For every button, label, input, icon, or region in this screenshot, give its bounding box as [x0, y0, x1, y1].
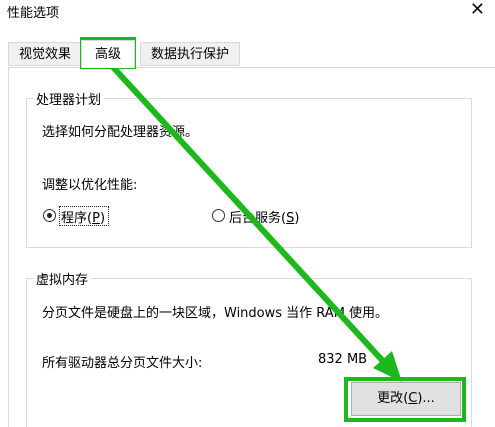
- tab-data-execution-prevention[interactable]: 数据执行保护: [140, 42, 240, 66]
- window-title: 性能选项: [7, 6, 60, 21]
- total-paging-file-value: 832 MB: [318, 352, 368, 367]
- radio-background-services[interactable]: [212, 209, 225, 222]
- title-bar: 性能选项 ✕: [0, 0, 495, 26]
- adjust-performance-label: 调整以优化性能:: [42, 178, 138, 193]
- processor-scheduling-legend: 处理器计划: [33, 89, 105, 108]
- tab-visual-effects[interactable]: 视觉效果: [8, 42, 82, 66]
- tab-advanced[interactable]: 高级: [81, 40, 135, 68]
- virtual-memory-legend: 虚拟内存: [33, 269, 92, 288]
- tab-strip: 视觉效果 高级 数据执行保护: [0, 40, 495, 68]
- radio-programs-label[interactable]: 程序(P): [61, 207, 105, 226]
- radio-programs[interactable]: [43, 209, 56, 222]
- virtual-memory-description: 分页文件是硬盘上的一块区域，Windows 当作 RAM 使用。: [42, 306, 389, 321]
- change-button[interactable]: 更改(C)...: [351, 382, 461, 416]
- processor-description: 选择如何分配处理器资源。: [42, 125, 199, 140]
- close-icon[interactable]: ✕: [470, 0, 485, 21]
- total-paging-file-label: 所有驱动器总分页文件大小:: [42, 356, 203, 371]
- radio-background-services-label[interactable]: 后台服务(S): [229, 207, 299, 226]
